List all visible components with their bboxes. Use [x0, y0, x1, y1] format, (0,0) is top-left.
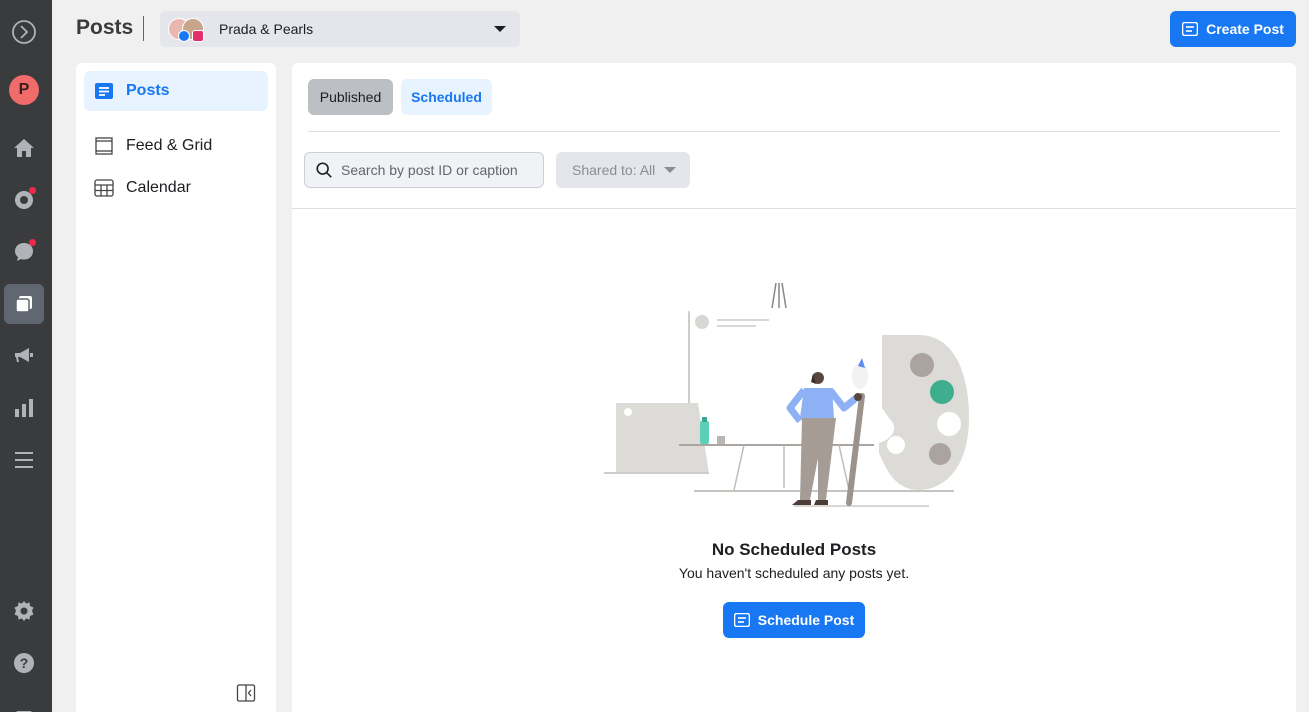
title-divider	[143, 16, 144, 41]
account-avatars	[168, 15, 208, 43]
schedule-post-button[interactable]: Schedule Post	[723, 602, 865, 638]
sidebar: Posts Feed & Grid Calendar	[76, 63, 276, 712]
create-post-label: Create Post	[1206, 21, 1284, 37]
chevron-down-icon	[494, 26, 506, 32]
instagram-icon	[192, 30, 204, 42]
sidebar-item-label: Feed & Grid	[126, 137, 213, 154]
sidebar-item-label: Calendar	[126, 179, 191, 196]
shared-to-filter[interactable]: Shared to: All	[556, 152, 690, 188]
home-icon[interactable]	[4, 128, 44, 168]
settings-icon[interactable]	[4, 591, 44, 631]
left-rail: P ?	[0, 0, 52, 712]
empty-state-illustration	[604, 282, 969, 507]
search-input[interactable]	[341, 162, 531, 178]
feed-grid-icon	[95, 137, 113, 155]
ads-icon[interactable]	[4, 336, 44, 376]
account-selector[interactable]: Prada & Pearls	[160, 11, 520, 47]
collapse-sidebar-icon[interactable]	[236, 683, 256, 703]
page-title: Posts	[76, 16, 134, 39]
profile-initial: P	[9, 75, 39, 105]
search-box[interactable]	[304, 152, 544, 188]
account-name: Prada & Pearls	[219, 21, 314, 37]
empty-state-subtitle: You haven't scheduled any posts yet.	[678, 565, 910, 581]
tab-divider	[308, 131, 1280, 132]
chevron-down-icon	[664, 167, 676, 173]
schedule-post-icon	[733, 613, 750, 627]
schedule-post-label: Schedule Post	[757, 612, 855, 628]
notification-dot	[29, 187, 36, 194]
sidebar-item-calendar[interactable]: Calendar	[84, 168, 268, 208]
menu-icon[interactable]	[4, 440, 44, 480]
main-content: Published Scheduled Shared to: All	[292, 63, 1296, 712]
inbox-icon[interactable]	[4, 232, 44, 272]
search-icon	[316, 162, 332, 178]
posts-icon[interactable]	[4, 284, 44, 324]
posts-icon	[95, 83, 113, 99]
shared-to-label: Shared to: All	[572, 162, 656, 178]
sidebar-item-label: Posts	[126, 82, 170, 99]
empty-state-title: No Scheduled Posts	[711, 540, 877, 559]
sidebar-item-feed-grid[interactable]: Feed & Grid	[84, 126, 268, 166]
meta-logo-icon[interactable]	[4, 12, 44, 52]
activity-icon[interactable]	[4, 180, 44, 220]
create-post-button[interactable]: Create Post	[1170, 11, 1296, 47]
create-post-icon	[1182, 22, 1199, 36]
facebook-icon	[178, 30, 190, 42]
notification-dot	[29, 239, 36, 246]
more-icon[interactable]	[4, 695, 44, 712]
svg-text:?: ?	[20, 655, 29, 671]
filter-divider	[292, 208, 1296, 209]
insights-icon[interactable]	[4, 388, 44, 428]
calendar-icon	[94, 179, 114, 197]
sidebar-item-posts[interactable]: Posts	[84, 71, 268, 111]
profile-avatar[interactable]: P	[4, 70, 44, 110]
tab-scheduled[interactable]: Scheduled	[401, 79, 492, 115]
tab-published[interactable]: Published	[308, 79, 393, 115]
help-icon[interactable]: ?	[4, 643, 44, 683]
